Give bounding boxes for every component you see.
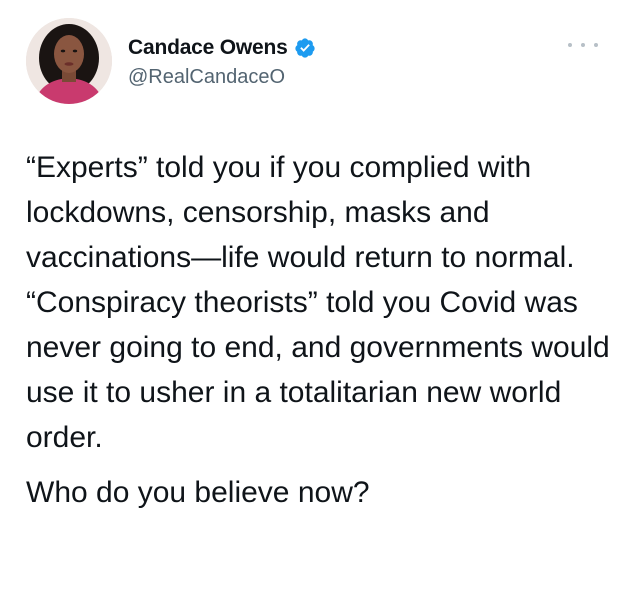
more-dots-icon: [581, 43, 585, 47]
tweet-paragraph: Who do you believe now?: [26, 476, 370, 509]
author-handle[interactable]: @RealCandaceO: [128, 66, 285, 89]
author-name[interactable]: Candace Owens: [128, 36, 288, 60]
more-dots-icon: [594, 43, 598, 47]
verified-badge-icon: [294, 37, 316, 59]
more-options-button[interactable]: [568, 36, 598, 54]
tweet-card: Candace Owens @RealCandaceO “Experts” to…: [0, 0, 624, 600]
tweet-paragraph: “Experts” told you if you complied with …: [26, 151, 575, 274]
tweet-text: “Experts” told you if you complied with …: [26, 145, 611, 515]
more-dots-icon: [568, 43, 572, 47]
author-name-row: Candace Owens: [128, 34, 316, 62]
avatar-photo-icon: [26, 18, 112, 104]
author-avatar[interactable]: [26, 18, 112, 104]
tweet-paragraph: “Conspiracy theorists” told you Covid wa…: [26, 286, 610, 454]
